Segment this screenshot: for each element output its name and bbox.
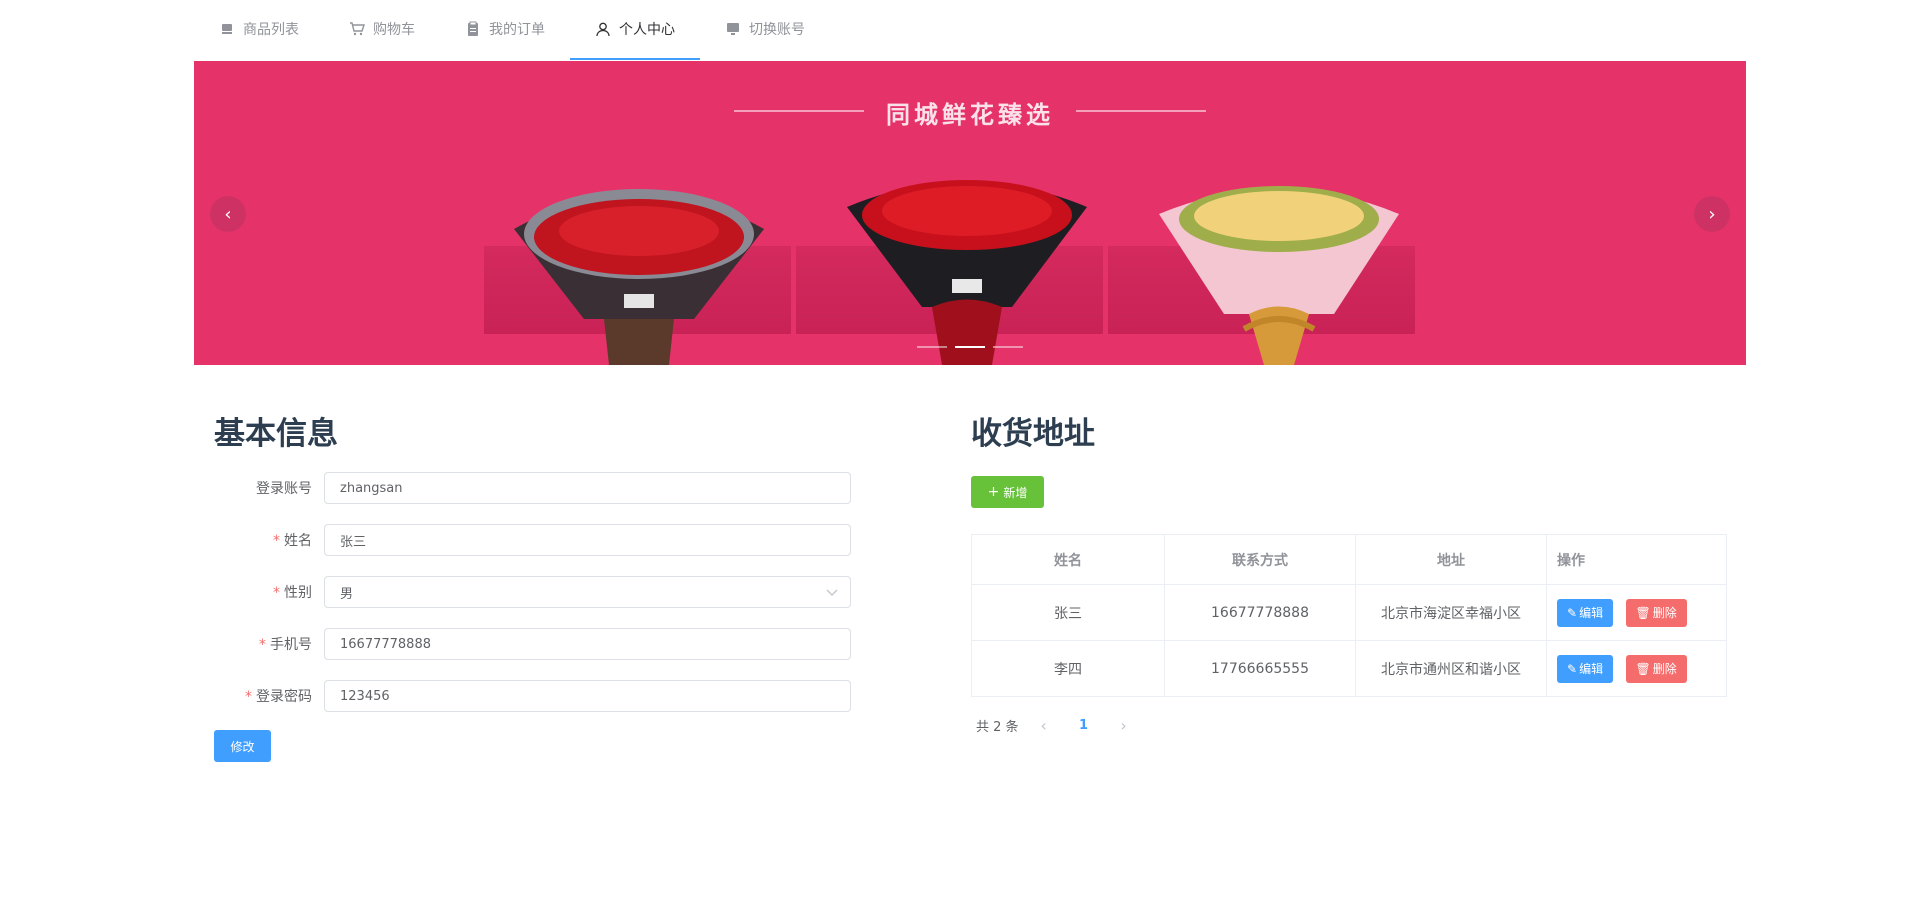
bouquet-image: [514, 189, 764, 365]
delete-icon: 🗑: [1635, 661, 1651, 676]
form-label: * 姓名: [273, 533, 312, 549]
cell-phone: 17766665555: [1164, 640, 1356, 697]
account-input[interactable]: [324, 472, 851, 504]
carousel-prev-button[interactable]: ‹: [210, 196, 246, 232]
cell-actions: ✎ 编辑 🗑 删除: [1546, 640, 1727, 697]
edit-icon: ✎: [1567, 661, 1578, 676]
column-header-name: 姓名: [971, 534, 1165, 585]
table-row: 李四 17766665555 北京市通州区和谐小区 ✎ 编辑 🗑 删除: [971, 640, 1727, 697]
cell-name: 李四: [971, 640, 1165, 697]
goods-icon: [219, 21, 235, 37]
cell-name: 张三: [971, 584, 1165, 641]
form-row-gender: * 性别: [214, 576, 851, 608]
form-label: * 手机号: [259, 637, 312, 653]
bouquet-image: [1159, 186, 1399, 365]
banner-carousel: 同城鲜花臻选 ‹ ›: [194, 61, 1746, 365]
column-header-address: 地址: [1355, 534, 1547, 585]
form-row-name: * 姓名: [214, 524, 851, 556]
chevron-down-icon: [826, 589, 838, 596]
add-address-button[interactable]: + 新增: [971, 476, 1044, 508]
carousel-indicator[interactable]: [955, 346, 985, 348]
nav-item-orders[interactable]: 我的订单: [440, 0, 570, 60]
basic-info-title: 基本信息: [214, 416, 338, 452]
add-address-label: 新增: [1003, 485, 1028, 500]
phone-input[interactable]: [324, 628, 851, 660]
edit-button[interactable]: ✎ 编辑: [1557, 598, 1614, 627]
nav-item-profile[interactable]: 个人中心: [570, 0, 700, 60]
edit-icon: ✎: [1567, 605, 1578, 620]
form-label: * 登录密码: [245, 689, 312, 705]
address-table: 姓名 联系方式 地址 操作 张三 16677778888 北京市海淀区幸福小区 …: [971, 534, 1727, 697]
form-label: * 性别: [273, 585, 312, 601]
edit-button[interactable]: ✎ 编辑: [1557, 654, 1614, 683]
bouquet-image: [847, 180, 1087, 365]
column-header-phone: 联系方式: [1164, 534, 1356, 585]
password-input[interactable]: [324, 680, 851, 712]
user-icon: [595, 21, 611, 37]
nav-item-label: 商品列表: [243, 22, 299, 38]
carousel-indicator[interactable]: [917, 346, 947, 348]
gender-select[interactable]: [324, 576, 851, 608]
carousel-indicators: [194, 346, 1746, 348]
order-icon: [465, 21, 481, 37]
form-row-phone: * 手机号: [214, 628, 851, 660]
carousel-next-button[interactable]: ›: [1694, 196, 1730, 232]
delete-icon: 🗑: [1635, 605, 1651, 620]
cell-phone: 16677778888: [1164, 584, 1356, 641]
carousel-indicator[interactable]: [993, 346, 1023, 348]
shopping-cart-icon: [349, 21, 365, 37]
name-input[interactable]: [324, 524, 851, 556]
table-header-row: 姓名 联系方式 地址 操作: [971, 534, 1727, 585]
nav-item-label: 我的订单: [489, 22, 545, 38]
form-row-password: * 登录密码: [214, 680, 851, 712]
form-row-account: 登录账号: [214, 472, 851, 504]
pagination-prev-button[interactable]: ‹: [1029, 716, 1059, 735]
delete-button[interactable]: 🗑 删除: [1625, 598, 1687, 627]
nav-item-label: 切换账号: [749, 22, 805, 38]
nav-item-goods[interactable]: 商品列表: [194, 0, 324, 60]
nav-item-label: 个人中心: [619, 22, 675, 38]
table-row: 张三 16677778888 北京市海淀区幸福小区 ✎ 编辑 🗑 删除: [971, 584, 1727, 641]
pagination-page-number[interactable]: 1: [1069, 718, 1099, 733]
pagination-total: 共 2 条: [976, 720, 1019, 735]
gender-select-wrap: [324, 576, 851, 608]
cell-actions: ✎ 编辑 🗑 删除: [1546, 584, 1727, 641]
plus-icon: +: [987, 484, 1000, 500]
nav-item-cart[interactable]: 购物车: [324, 0, 440, 60]
pagination-next-button[interactable]: ›: [1109, 716, 1139, 735]
cell-address: 北京市海淀区幸福小区: [1355, 584, 1547, 641]
column-header-actions: 操作: [1546, 534, 1727, 585]
pagination: 共 2 条 ‹ 1 ›: [976, 716, 1139, 735]
top-nav: 商品列表 购物车 我的订单 个人中心 切换账号: [194, 0, 1746, 61]
cell-address: 北京市通州区和谐小区: [1355, 640, 1547, 697]
nav-item-label: 购物车: [373, 22, 415, 38]
nav-item-switch-account[interactable]: 切换账号: [700, 0, 830, 60]
monitor-icon: [725, 21, 741, 37]
address-title: 收货地址: [971, 416, 1095, 452]
modify-button[interactable]: 修改: [214, 730, 271, 762]
banner-headline: 同城鲜花臻选: [886, 101, 1054, 129]
form-label: 登录账号: [256, 481, 312, 497]
delete-button[interactable]: 🗑 删除: [1625, 654, 1687, 683]
